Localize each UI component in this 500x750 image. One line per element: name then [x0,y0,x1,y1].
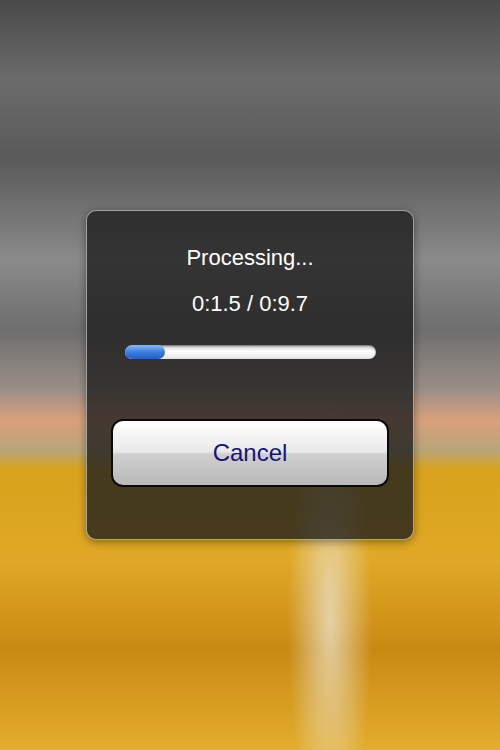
progress-bar [125,345,376,359]
processing-dialog: Processing... 0:1.5 / 0:9.7 Cancel [86,210,414,540]
progress-fill [125,345,165,359]
dialog-title: Processing... [186,244,313,272]
time-reading: 0:1.5 / 0:9.7 [192,290,308,318]
cancel-button[interactable]: Cancel [111,419,389,487]
background-photo: Processing... 0:1.5 / 0:9.7 Cancel [0,0,500,750]
